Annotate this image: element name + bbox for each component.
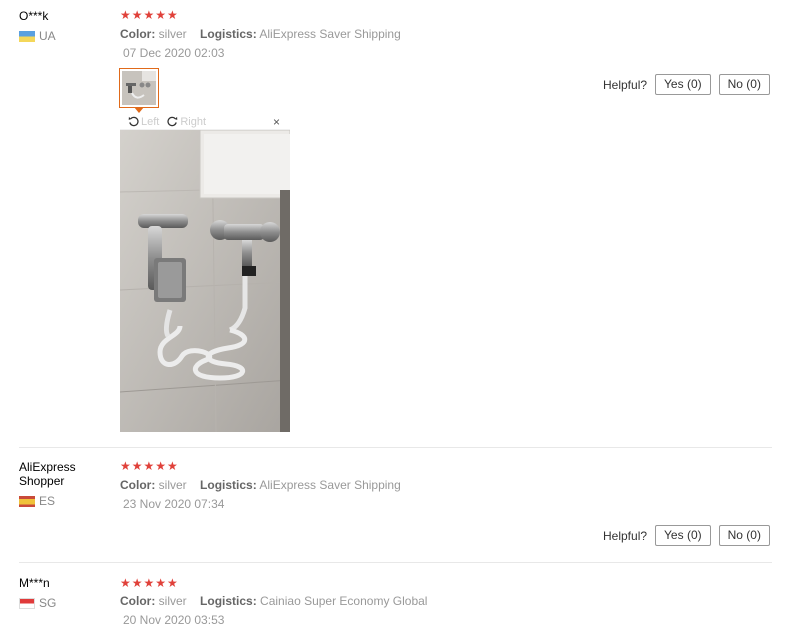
reviewer-country: ES	[19, 494, 55, 508]
review-meta: Color: silver Logistics: AliExpress Save…	[120, 27, 411, 41]
review-meta: Color: silver Logistics: Cainiao Super E…	[120, 594, 437, 608]
helpful-vote-group: Helpful? Yes (0) No (0)	[603, 74, 770, 95]
country-code: SG	[39, 596, 57, 610]
logistics-value: Cainiao Super Economy Global	[260, 594, 428, 608]
flag-ua-icon	[19, 30, 35, 42]
country-code: UA	[39, 29, 56, 43]
review-meta: Color: silver Logistics: AliExpress Save…	[120, 478, 411, 492]
helpful-label: Helpful?	[603, 528, 648, 543]
review-date: 20 Nov 2020 03:53	[123, 613, 225, 627]
reviewer-country: UA	[19, 29, 56, 43]
close-viewer-button[interactable]: ×	[273, 115, 280, 129]
rotate-left-label: Left	[141, 115, 160, 128]
helpful-label: Helpful?	[603, 77, 648, 92]
rotate-left-button[interactable]: Left	[128, 116, 159, 128]
flag-sg-icon	[19, 597, 35, 609]
reviewer-name: M***n	[19, 576, 50, 590]
rating-stars: ★★★★★	[120, 459, 179, 473]
color-label: Color:	[120, 27, 156, 41]
reviewer-name: AliExpress Shopper	[19, 460, 76, 488]
logistics-value: AliExpress Saver Shipping	[259, 478, 401, 492]
helpful-no-button[interactable]: No (0)	[718, 74, 770, 95]
country-code: ES	[39, 494, 56, 508]
reviewer-name: O***k	[19, 9, 49, 23]
photo-viewer-toolbar: Left Right ×	[120, 114, 290, 130]
helpful-no-button[interactable]: No (0)	[718, 525, 770, 546]
logistics-label: Logistics:	[200, 27, 257, 41]
helpful-vote-group: Helpful? Yes (0) No (0)	[603, 525, 770, 546]
logistics-label: Logistics:	[200, 594, 257, 608]
review-date: 23 Nov 2020 07:34	[123, 497, 225, 511]
helpful-yes-button[interactable]: Yes (0)	[655, 74, 711, 95]
color-label: Color:	[120, 594, 156, 608]
helpful-yes-button[interactable]: Yes (0)	[655, 525, 711, 546]
logistics-label: Logistics:	[200, 478, 257, 492]
color-value: silver	[158, 594, 187, 608]
review-photo-enlarged	[120, 130, 290, 432]
color-value: silver	[158, 27, 187, 41]
rating-stars: ★★★★★	[120, 576, 179, 590]
rating-stars: ★★★★★	[120, 8, 179, 22]
rotate-left-icon	[128, 116, 139, 127]
rotate-right-label: Right	[180, 115, 207, 128]
review-date: 07 Dec 2020 02:03	[123, 46, 225, 60]
review-divider	[19, 447, 772, 448]
review-photo-thumbnail[interactable]	[119, 68, 159, 108]
color-value: silver	[158, 478, 187, 492]
rotate-right-button[interactable]: Right	[167, 116, 206, 128]
reviewer-country: SG	[19, 596, 56, 610]
flag-es-icon	[19, 495, 35, 507]
review-divider	[19, 562, 772, 563]
rotate-right-icon	[167, 116, 178, 127]
color-label: Color:	[120, 478, 156, 492]
logistics-value: AliExpress Saver Shipping	[259, 27, 401, 41]
thumbnail-caret-icon	[134, 107, 144, 113]
